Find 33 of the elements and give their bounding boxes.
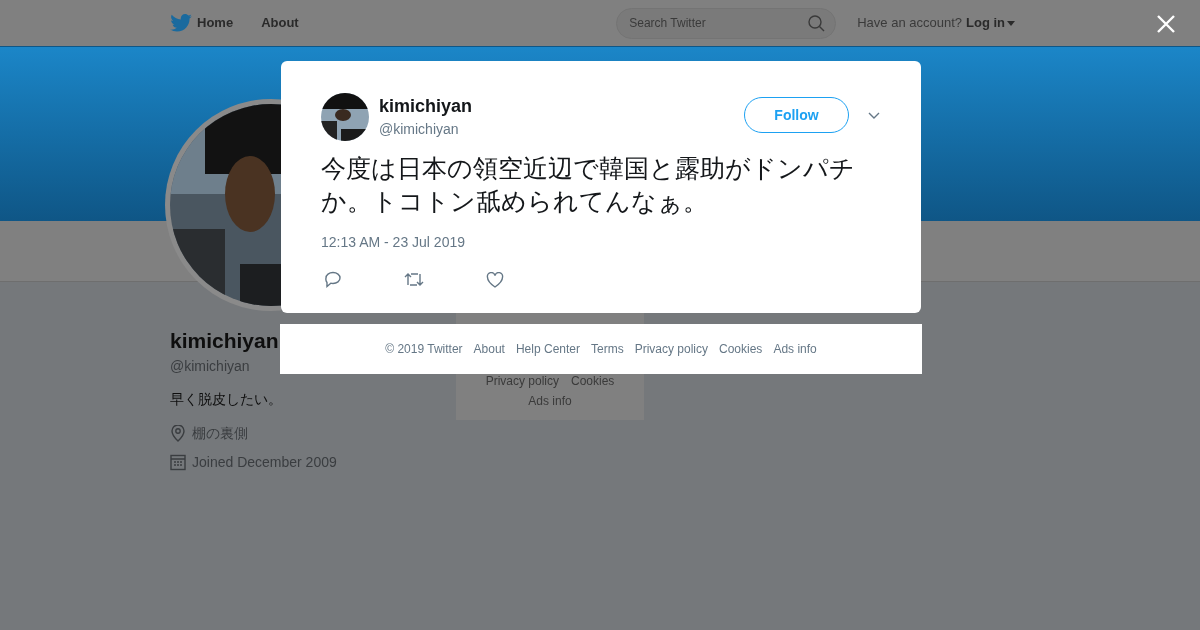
copyright-text: © 2019 Twitter <box>385 341 463 358</box>
tweet-author-handle: @kimichiyan <box>379 119 460 139</box>
footer-link[interactable]: Cookies <box>719 340 763 358</box>
close-icon[interactable] <box>1157 15 1175 33</box>
reply-icon[interactable] <box>324 271 342 288</box>
calendar-icon <box>170 454 186 471</box>
footer-link[interactable]: Ads info <box>528 392 572 410</box>
login-button[interactable]: Log in <box>966 13 1015 33</box>
search-field[interactable]: Search Twitter <box>616 7 837 39</box>
tweet-text: 今度は日本の領空近辺で韓国と露助がドンパチか。トコトン舐められてんなぁ。 <box>321 153 856 218</box>
footer-link[interactable]: Cookies <box>571 372 615 390</box>
profile-name: kimichiyan <box>170 328 279 354</box>
retweet-icon[interactable] <box>404 272 424 287</box>
heart-icon[interactable] <box>486 271 504 288</box>
profile-joined: Joined December 2009 <box>192 453 337 472</box>
search-icon[interactable] <box>808 14 826 32</box>
footer-link[interactable]: Ads info <box>773 340 817 358</box>
caret-icon <box>1007 20 1015 26</box>
footer-link[interactable]: Help Center <box>515 340 580 358</box>
tweet-timestamp[interactable]: 12:13 AM - 23 Jul 2019 <box>321 232 881 253</box>
footer-link[interactable]: Privacy policy <box>485 372 559 390</box>
footer-link[interactable]: Privacy policy <box>634 340 708 358</box>
profile-bio: 早く脱皮したい。 <box>170 390 283 409</box>
footer-link[interactable]: About <box>473 340 505 358</box>
nav-link[interactable]: About <box>261 13 299 33</box>
footer-link[interactable]: Terms <box>591 340 624 358</box>
tweet-author-name: kimichiyan <box>379 94 473 117</box>
location-pin-icon <box>170 425 186 442</box>
profile-handle: @kimichiyan <box>170 357 251 376</box>
profile-location: 棚の裏側 <box>192 424 248 443</box>
account-prompt: Have an account? <box>857 14 962 33</box>
nav-link[interactable]: Home <box>197 13 234 33</box>
chevron-down-icon[interactable] <box>868 112 880 120</box>
